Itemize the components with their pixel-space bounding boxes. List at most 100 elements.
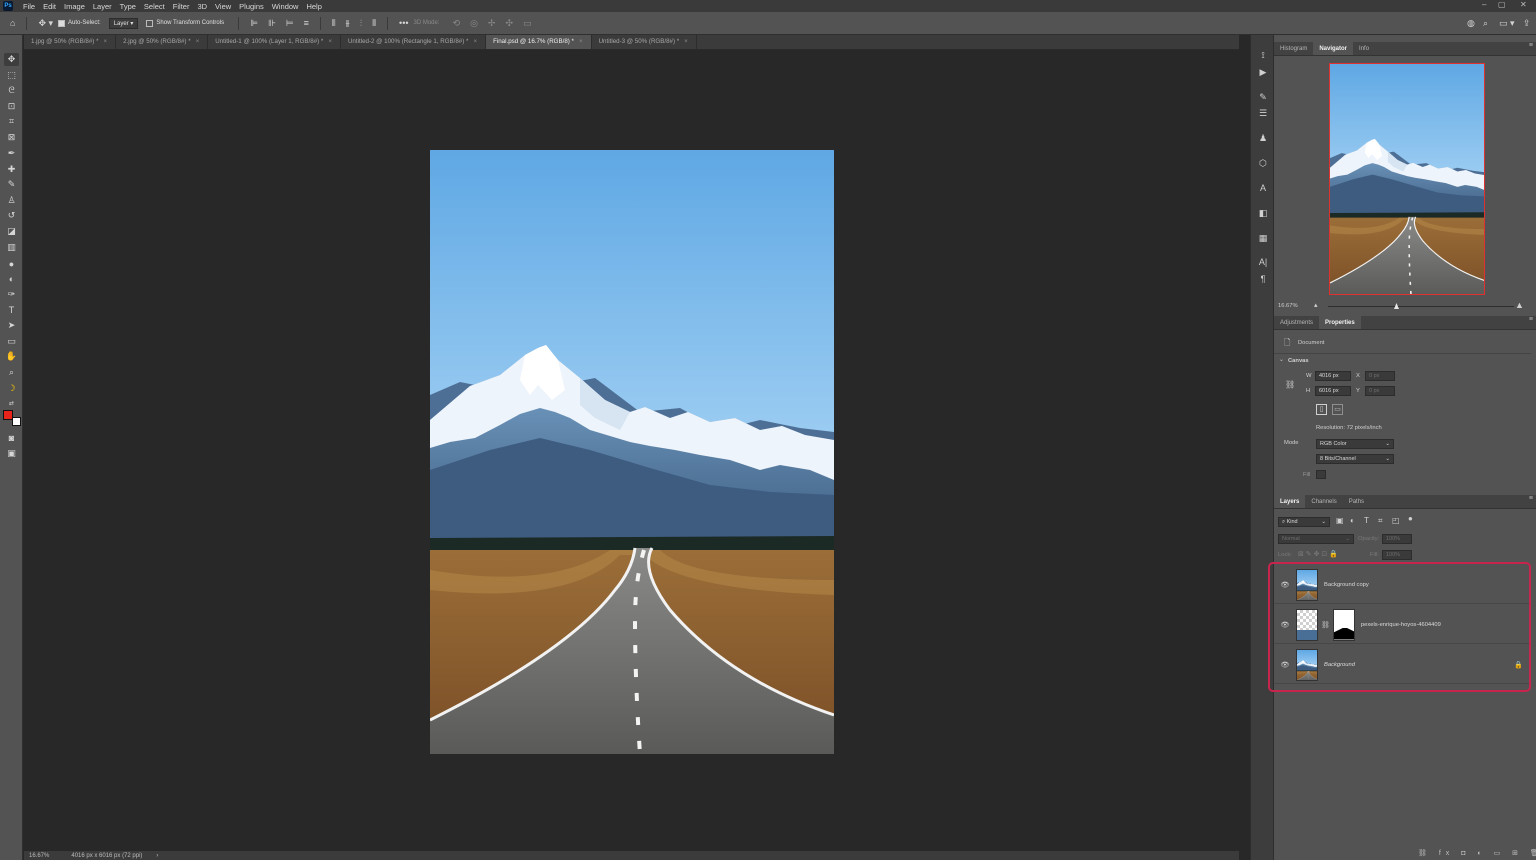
brush-settings-icon[interactable]: ✎ (1257, 91, 1269, 103)
home-icon[interactable]: ⌂ (10, 18, 15, 28)
close-window-button[interactable]: ✕ (1520, 0, 1527, 9)
gradients-icon[interactable]: ◧ (1257, 207, 1269, 219)
filter-adjustment-icon[interactable]: ◐ (1350, 516, 1355, 525)
align-left-icon[interactable]: ⊫ (250, 18, 258, 29)
auto-select-dropdown[interactable]: Layer ▾ (108, 17, 139, 29)
x-field[interactable]: 0 px (1365, 371, 1395, 381)
show-transform-checkbox[interactable] (146, 19, 154, 27)
foreground-color-swatch[interactable] (3, 410, 13, 420)
tab-final-psd[interactable]: Final.psd @ 16.7% (RGB/8) * × (486, 35, 592, 49)
swap-colors-icon[interactable]: ⇄ (4, 397, 19, 410)
glyphs-icon[interactable]: A (1257, 182, 1269, 194)
maximize-button[interactable]: ▢ (1498, 0, 1506, 9)
pen-icon[interactable]: ✑ (4, 288, 19, 301)
history-brush-icon[interactable]: ↺ (4, 209, 19, 222)
tab-1-jpg[interactable]: 1.jpg @ 50% (RGB/8#) * × (24, 35, 117, 49)
filter-type-icon[interactable]: T (1364, 516, 1369, 525)
3d-rotate-icon[interactable]: ⟲ (453, 18, 461, 29)
bit-depth-dropdown[interactable]: 8 Bits/Channel ⌄ (1316, 454, 1394, 464)
user-icon[interactable]: ◍ (1467, 18, 1475, 29)
eraser-icon[interactable]: ◪ (4, 225, 19, 238)
zoom-level[interactable]: 16.67% (29, 853, 49, 859)
quick-mask-icon[interactable]: ◙ (4, 431, 19, 444)
menu-plugins[interactable]: Plugins (235, 2, 268, 11)
link-icon[interactable]: ⛓ (1285, 380, 1295, 389)
zoom-slider-track[interactable] (1328, 306, 1514, 307)
align-vertical-icon[interactable]: ≡ (304, 18, 309, 28)
filter-pixel-icon[interactable]: ▣ (1336, 516, 1344, 525)
close-icon[interactable]: × (684, 38, 688, 45)
menu-window[interactable]: Window (268, 2, 303, 11)
quick-select-icon[interactable]: ⊡ (4, 100, 19, 113)
y-field[interactable]: 0 px (1365, 386, 1395, 396)
distribute-right-icon[interactable]: ⫶ (360, 18, 362, 29)
move-icon[interactable]: ✥ (4, 53, 19, 66)
tab-navigator[interactable]: Navigator (1313, 42, 1354, 55)
libraries-icon[interactable]: ♟ (1257, 132, 1269, 144)
type-icon[interactable]: T (4, 303, 19, 316)
distribute-spacing-icon[interactable]: ⦀ (372, 18, 376, 29)
search-icon[interactable]: ⌕ (1483, 18, 1488, 29)
actions-play-icon[interactable]: ▶ (1257, 66, 1269, 78)
marquee-icon[interactable]: ⬚ (4, 69, 19, 82)
width-field[interactable]: 4016 px (1315, 371, 1351, 381)
close-icon[interactable]: × (473, 38, 477, 45)
menu-view[interactable]: View (211, 2, 235, 11)
3d-slide-icon[interactable]: ✣ (505, 18, 513, 29)
menu-file[interactable]: File (19, 2, 39, 11)
frame-icon[interactable]: ⊠ (4, 131, 19, 144)
tab-untitled-2[interactable]: Untitled-2 @ 100% (Rectangle 1, RGB/8#) … (340, 35, 487, 49)
healing-icon[interactable]: ✚ (4, 163, 19, 176)
blur-icon[interactable]: ● (4, 257, 19, 270)
menu-layer[interactable]: Layer (89, 2, 116, 11)
zoom-out-icon[interactable]: ▴ (1314, 301, 1318, 309)
navigator-preview[interactable] (1329, 63, 1485, 295)
height-field[interactable]: 6016 px (1315, 386, 1351, 396)
3d-roll-icon[interactable]: ◎ (470, 18, 478, 29)
screen-mode-icon[interactable]: ▣ (4, 447, 19, 460)
tab-2-jpg[interactable]: 2.jpg @ 50% (RGB/8#) * × (116, 35, 209, 49)
crop-icon[interactable]: ⌗ (4, 115, 19, 128)
close-icon[interactable]: × (579, 38, 583, 45)
tab-layers[interactable]: Layers (1274, 495, 1306, 508)
tab-properties[interactable]: Properties (1319, 316, 1361, 329)
layers-footer-icons[interactable]: ⛓ fx ◘ ◐ ▭ ⊞ 🗑 (1418, 849, 1536, 857)
opacity-field[interactable]: 100% (1382, 534, 1412, 544)
tab-paths[interactable]: Paths (1343, 495, 1370, 508)
3d-pan-icon[interactable]: ✢ (488, 18, 496, 29)
workspace-icon[interactable]: ▭ ▾ (1499, 18, 1515, 29)
document-canvas-image[interactable] (430, 150, 834, 754)
blend-mode-dropdown[interactable]: Normal ⌄ (1278, 534, 1354, 544)
tab-histogram[interactable]: Histogram (1274, 42, 1313, 55)
tab-channels[interactable]: Channels (1305, 495, 1342, 508)
tab-adjustments[interactable]: Adjustments (1274, 316, 1319, 329)
distribute-left-icon[interactable]: ⫴ (332, 18, 336, 29)
fill-swatch[interactable] (1316, 470, 1326, 479)
menu-type[interactable]: Type (116, 2, 140, 11)
fill-opacity-field[interactable]: 100% (1382, 550, 1412, 560)
dodge-icon[interactable]: ◐ (4, 272, 19, 285)
minimize-button[interactable]: – (1482, 0, 1486, 9)
close-icon[interactable]: × (328, 38, 332, 45)
paragraph-icon[interactable]: ¶ (1257, 273, 1269, 285)
move-tool-preset-icon[interactable]: ✥ ▾ (38, 18, 53, 29)
path-select-icon[interactable]: ➤ (4, 319, 19, 332)
tab-untitled-1[interactable]: Untitled-1 @ 100% (Layer 1, RGB/8#) * × (208, 35, 341, 49)
distribute-center-icon[interactable]: ⫵ (346, 18, 350, 29)
mode-dropdown[interactable]: RGB Color ⌄ (1316, 439, 1394, 449)
3d-scale-icon[interactable]: ▭ (523, 18, 532, 29)
more-options-icon[interactable]: ••• (399, 18, 408, 28)
gradient-icon[interactable]: ▥ (4, 241, 19, 254)
lock-options-icons[interactable]: ⊠ ✎ ✥ ⊡ 🔒 (1298, 550, 1338, 558)
tab-info[interactable]: Info (1353, 42, 1375, 55)
align-right-icon[interactable]: ⊨ (286, 18, 294, 29)
eyedropper-icon[interactable]: ✒ (4, 147, 19, 160)
layer-filter-dropdown[interactable]: ⌕ Kind ⌄ (1278, 517, 1330, 527)
navigator-zoom[interactable]: 16.67% (1278, 303, 1298, 309)
filter-shape-icon[interactable]: ⌗ (1378, 516, 1383, 526)
status-expand-icon[interactable]: › (156, 853, 158, 859)
close-icon[interactable]: × (196, 38, 200, 45)
tab-untitled-3[interactable]: Untitled-3 @ 50% (RGB/8#) * × (591, 35, 697, 49)
lasso-icon[interactable]: ᘓ (4, 84, 19, 97)
background-color-swatch[interactable] (12, 417, 21, 426)
